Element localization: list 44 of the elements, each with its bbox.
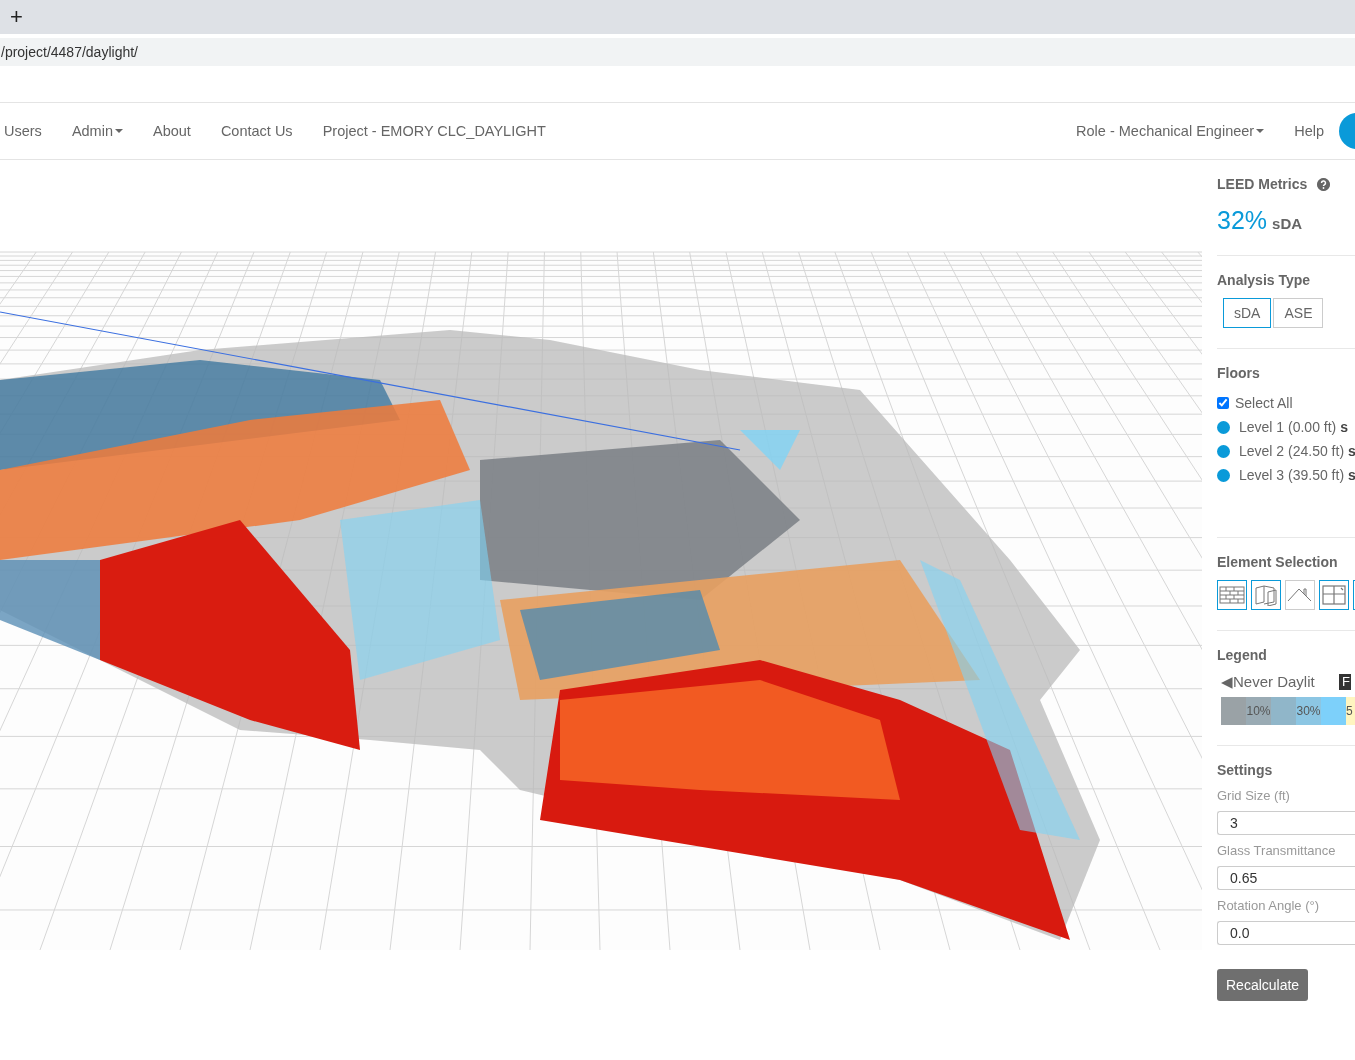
legend-segment: 10% <box>1246 697 1271 725</box>
help-icon[interactable] <box>1317 177 1331 191</box>
section-title: Analysis Type <box>1217 272 1311 288</box>
field-label: Rotation Angle (°) <box>1217 898 1321 913</box>
checkbox-label: Select All <box>1235 395 1293 411</box>
analysis-type-button[interactable]: sDA <box>1223 298 1272 328</box>
settings-field[interactable]: 3 <box>1217 811 1355 835</box>
metric-value: 32% <box>1217 206 1268 235</box>
section-title: Element Selection <box>1217 554 1338 570</box>
door-icon <box>1253 584 1279 606</box>
field-label: Glass Transmittance <box>1217 843 1337 858</box>
window-icon <box>1321 584 1347 606</box>
window-toggle[interactable] <box>1319 580 1349 610</box>
section-title: Floors <box>1217 365 1260 381</box>
analysis-type-button[interactable]: ASE <box>1273 298 1324 328</box>
settings-field[interactable]: 0.65 <box>1217 866 1355 890</box>
nav-link[interactable]: About <box>138 123 206 139</box>
nav-link[interactable]: Role - Mechanical Engineer <box>1061 123 1280 139</box>
settings-field[interactable]: 0.0 <box>1217 921 1355 945</box>
select-all-checkbox[interactable] <box>1217 397 1229 409</box>
legend-segment: 5 <box>1346 697 1355 725</box>
address-bar[interactable]: /project/4487/daylight/ <box>0 38 1355 66</box>
floor-item[interactable]: Level 1 (0.00 ft) s <box>1239 419 1348 435</box>
door-toggle[interactable] <box>1251 580 1281 610</box>
field-label: Grid Size (ft) <box>1217 788 1291 803</box>
section-title: Legend <box>1217 647 1267 663</box>
metric-unit: sDA <box>1272 215 1303 232</box>
nav-link[interactable]: Users <box>0 123 57 139</box>
legend-start-label: ◀Never Daylit <box>1221 673 1315 691</box>
wall-toggle[interactable] <box>1217 580 1247 610</box>
new-tab-button[interactable]: + <box>6 5 27 29</box>
brick-wall-icon <box>1219 585 1245 605</box>
legend-segment: 30% <box>1296 697 1321 725</box>
nav-link[interactable]: Help <box>1279 123 1339 139</box>
nav-link[interactable]: Admin <box>56 123 138 139</box>
legend-marker: F <box>1339 674 1351 690</box>
floor-item[interactable]: Level 3 (39.50 ft) s <box>1239 467 1355 483</box>
roof-toggle[interactable] <box>1285 580 1315 610</box>
section-title: LEED Metrics <box>1217 176 1308 192</box>
section-title: Settings <box>1217 762 1273 778</box>
floor-item[interactable]: Level 2 (24.50 ft) s <box>1239 443 1355 459</box>
nav-link[interactable]: Contact Us <box>205 123 308 139</box>
recalculate-button[interactable]: Recalculate <box>1217 969 1309 1001</box>
nav-link[interactable]: Project - EMORY CLC_DAYLIGHT <box>307 123 561 139</box>
